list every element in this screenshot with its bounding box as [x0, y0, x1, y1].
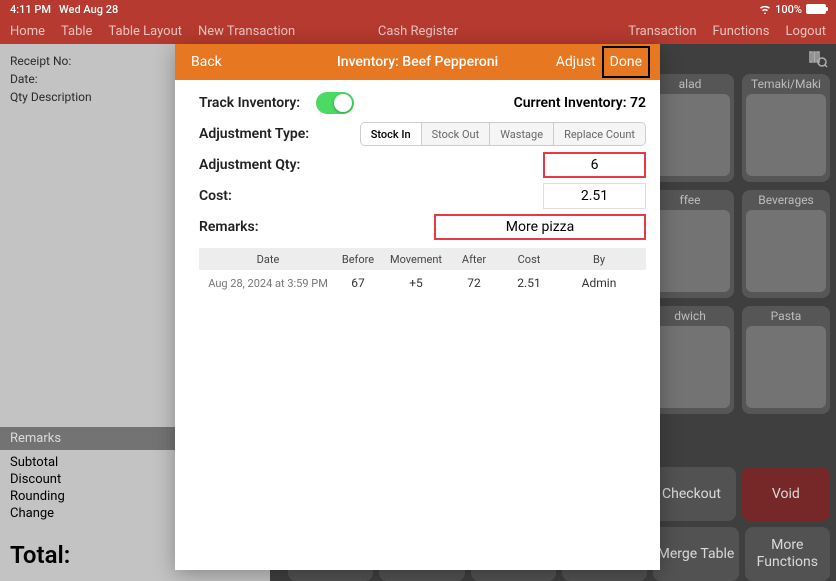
menu-functions[interactable]: Functions: [713, 24, 770, 39]
menu-transaction[interactable]: Transaction: [628, 24, 696, 39]
cell-before: 67: [333, 276, 383, 290]
col-header-date: Date: [203, 253, 333, 266]
cell-movement: +5: [383, 276, 449, 290]
inventory-modal: Back Inventory: Beef Pepperoni Adjust Do…: [175, 44, 660, 570]
cell-by: Admin: [559, 276, 639, 290]
cell-cost: 2.51: [499, 276, 559, 290]
menu-new-transaction[interactable]: New Transaction: [198, 24, 295, 39]
history-table: Date Before Movement After Cost By Aug 2…: [199, 248, 646, 296]
adjustment-type-segmented: Stock In Stock Out Wastage Replace Count: [360, 122, 646, 146]
status-bar: 4:11 PM Wed Aug 28 100%: [0, 0, 836, 18]
menu-title: Cash Register: [378, 24, 458, 39]
back-button[interactable]: Back: [185, 50, 228, 74]
menu-logout[interactable]: Logout: [785, 24, 826, 39]
segment-stock-in[interactable]: Stock In: [361, 123, 422, 145]
track-inventory-toggle[interactable]: [316, 92, 354, 114]
adjustment-qty-input[interactable]: 6: [543, 152, 646, 178]
col-header-after: After: [449, 253, 499, 266]
segment-replace-count[interactable]: Replace Count: [554, 123, 645, 145]
col-header-cost: Cost: [499, 253, 559, 266]
menu-bar: Home Table Table Layout New Transaction …: [0, 18, 836, 44]
col-header-by: By: [559, 253, 639, 266]
remarks-label: Remarks:: [199, 219, 259, 235]
col-header-movement: Movement: [383, 253, 449, 266]
battery-pct: 100%: [775, 3, 802, 16]
menu-home[interactable]: Home: [10, 24, 45, 39]
table-row: Aug 28, 2024 at 3:59 PM 67 +5 72 2.51 Ad…: [199, 270, 646, 296]
adjustment-qty-label: Adjustment Qty:: [199, 157, 300, 173]
battery-icon: [806, 4, 826, 14]
adjust-button[interactable]: Adjust: [550, 50, 602, 74]
remarks-input[interactable]: More pizza: [434, 214, 646, 240]
segment-stock-out[interactable]: Stock Out: [422, 123, 491, 145]
wifi-icon: [759, 4, 771, 14]
cell-date: Aug 28, 2024 at 3:59 PM: [203, 277, 333, 290]
menu-table[interactable]: Table: [61, 24, 92, 39]
col-header-before: Before: [333, 253, 383, 266]
cost-label: Cost:: [199, 188, 232, 204]
status-date: Wed Aug 28: [59, 3, 118, 16]
cost-input[interactable]: 2.51: [543, 183, 646, 209]
track-inventory-label: Track Inventory:: [199, 95, 300, 111]
segment-wastage[interactable]: Wastage: [490, 123, 554, 145]
menu-table-layout[interactable]: Table Layout: [108, 24, 182, 39]
modal-title: Inventory: Beef Pepperoni: [337, 54, 498, 70]
adjustment-type-label: Adjustment Type:: [199, 126, 309, 142]
done-button[interactable]: Done: [602, 46, 650, 78]
cell-after: 72: [449, 276, 499, 290]
current-inventory-value: Current Inventory: 72: [514, 95, 646, 111]
status-time: 4:11 PM: [10, 3, 51, 16]
